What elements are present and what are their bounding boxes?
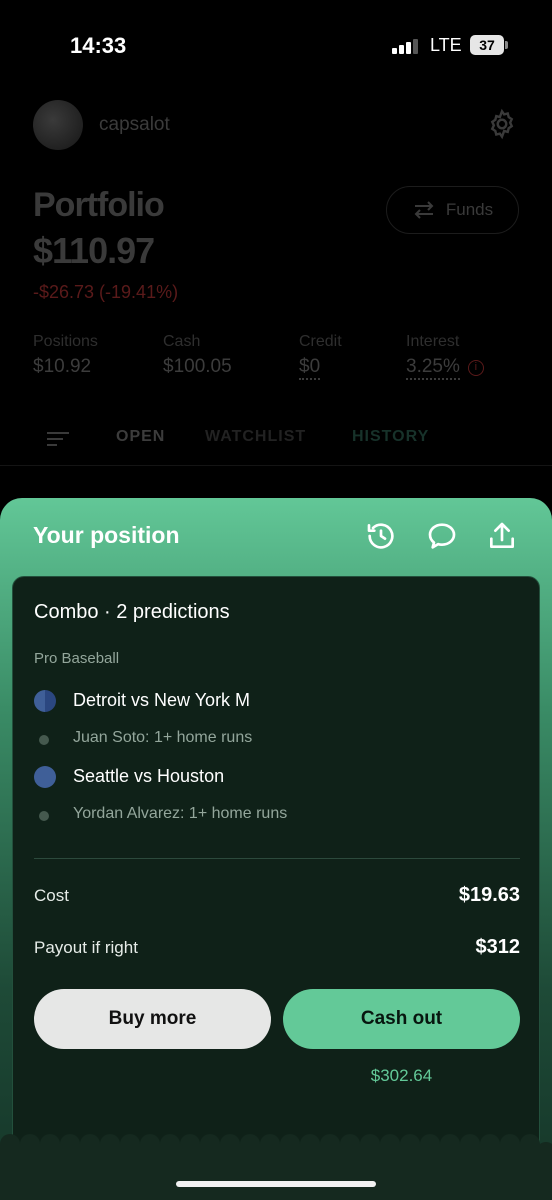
cost-value: $19.63 — [458, 884, 520, 906]
history-icon[interactable] — [365, 520, 397, 552]
chat-icon[interactable] — [426, 520, 458, 552]
stat-label: Interest — [406, 333, 460, 350]
stat-label: Credit — [299, 333, 342, 350]
stat-interest[interactable]: Interest 3.25% i — [406, 333, 484, 380]
info-icon[interactable]: i — [467, 359, 484, 376]
combo-title: Combo · 2 predictions — [34, 601, 230, 623]
avatar[interactable] — [33, 100, 83, 150]
cash-out-value: $302.64 — [370, 1066, 433, 1085]
stat-label: Positions — [33, 333, 98, 350]
share-icon[interactable] — [486, 520, 518, 552]
signal-icon — [392, 38, 420, 54]
status-bar: 14:33 LTE 37 — [0, 0, 552, 90]
divider — [0, 465, 552, 466]
league-label: Pro Baseball — [34, 650, 120, 667]
tab-watchlist[interactable]: WATCHLIST — [205, 428, 306, 446]
portfolio-value: $110.97 — [33, 230, 155, 271]
stat-credit[interactable]: Credit $0 — [299, 333, 342, 380]
stat-positions: Positions $10.92 — [33, 333, 98, 378]
sheet-footer — [0, 1154, 552, 1200]
gear-icon[interactable] — [486, 108, 518, 140]
funds-label: Funds — [445, 200, 494, 219]
portfolio-tabs: OPEN WATCHLIST HISTORY — [0, 422, 552, 466]
buy-more-button[interactable]: Buy more — [34, 989, 271, 1049]
battery-icon: 37 — [470, 35, 508, 55]
payout-label: Payout if right — [34, 938, 138, 957]
home-indicator[interactable] — [176, 1181, 376, 1187]
tab-open[interactable]: OPEN — [116, 428, 165, 446]
position-sheet: Your position Combo · 2 predictions Pro … — [0, 498, 552, 1200]
funds-button[interactable]: Funds — [386, 186, 519, 234]
pick-text: Juan Soto: 1+ home runs — [73, 729, 253, 746]
stat-value: 3.25% — [406, 356, 460, 380]
team-icon — [34, 690, 56, 712]
portfolio-title: Portfolio — [33, 186, 165, 224]
sort-icon[interactable] — [47, 430, 69, 448]
portfolio-change: -$26.73 (-19.41%) — [33, 282, 179, 302]
sheet-title: Your position — [33, 522, 180, 548]
cash-out-button[interactable]: Cash out — [283, 989, 520, 1049]
network-label: LTE — [430, 35, 462, 55]
status-time: 14:33 — [70, 33, 127, 58]
stat-value: $10.92 — [33, 356, 92, 377]
position-card: Combo · 2 predictions Pro Baseball Detro… — [12, 576, 540, 1156]
stat-label: Cash — [163, 333, 201, 350]
match-name: Seattle vs Houston — [73, 766, 225, 786]
transfer-icon — [414, 201, 434, 219]
portfolio-screen: capsalot Portfolio $110.97 -$26.73 (-19.… — [0, 90, 552, 500]
stat-value: $0 — [299, 356, 321, 380]
divider — [34, 858, 520, 859]
username: capsalot — [99, 114, 170, 135]
bullet-icon — [39, 811, 49, 821]
payout-value: $312 — [475, 936, 521, 958]
match-name: Detroit vs New York M — [73, 690, 251, 710]
stat-value: $100.05 — [163, 356, 232, 377]
cost-label: Cost — [34, 886, 69, 905]
team-icon — [34, 766, 56, 788]
tab-history[interactable]: HISTORY — [352, 428, 429, 446]
stat-cash: Cash $100.05 — [163, 333, 232, 378]
bullet-icon — [39, 735, 49, 745]
pick-text: Yordan Alvarez: 1+ home runs — [73, 805, 288, 822]
